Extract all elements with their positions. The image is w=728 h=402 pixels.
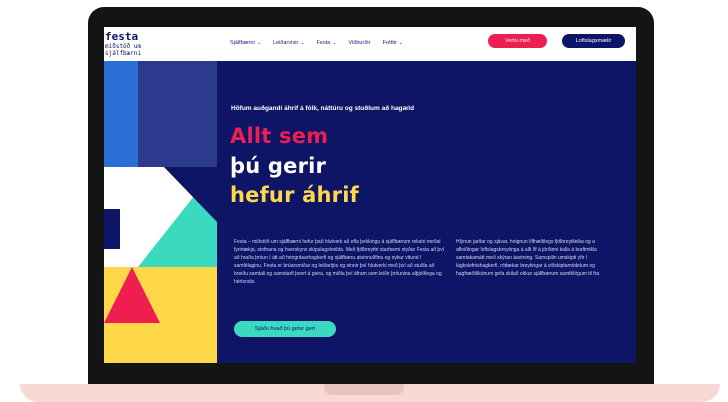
geometric-artwork [104, 61, 217, 363]
nav-item-leidarvisir[interactable]: Leiðarvísir ⌄ [273, 40, 305, 46]
paragraph-line: Hlýnun jarðar og sjávar, hnignun líffræð… [456, 239, 595, 245]
nav-item-vidburdir[interactable]: Viðburðir [349, 40, 371, 46]
logo[interactable]: festa [105, 31, 138, 42]
paragraph-line: hagfræðilíkönum gefa skilað okkur sjálfb… [456, 271, 600, 278]
nav-item-frettir[interactable]: Fréttir ⌄ [382, 40, 403, 46]
logo-subtitle-line1: miðstöð um [105, 43, 142, 50]
chevron-down-icon: ⌄ [332, 40, 337, 46]
intro-paragraph-left: Festa – miðstöð um sjálfbærni hefur það … [234, 239, 445, 286]
art-navy-strip [104, 209, 120, 249]
headline-line1: Allt sem [230, 124, 329, 148]
nav-label: Viðburðir [348, 40, 371, 46]
paragraph-line: samtakamátt með skýran ásetning. Samspil… [456, 255, 588, 262]
climate-meter-button[interactable]: Loftslagsmælir [562, 34, 625, 48]
art-navy-square [138, 61, 217, 167]
paragraph-line: lágkolefnishagkerfi, róttækar breytingar… [456, 263, 595, 270]
nav-label: Fréttir [382, 40, 397, 46]
nav-label: Festa [316, 40, 331, 46]
nav-item-festa[interactable]: Festa ⌄ [317, 40, 337, 46]
paragraph-line: afleiðingar loftslagsbreytinga á allt lí… [456, 247, 597, 254]
logo-subtitle-line2: sjálfbærni [105, 50, 142, 57]
join-button[interactable]: Vertu með [488, 34, 547, 48]
main-nav: Sjálfbærni ⌄ Leiðarvísir ⌄ Festa ⌄ Viðburði… [230, 40, 403, 46]
chevron-down-icon: ⌄ [300, 40, 305, 46]
nav-item-sjalfbaerni[interactable]: Sjálfbærni ⌄ [230, 40, 261, 46]
hero-tagline: Höfum auðgandi áhrif á fólk, náttúru og … [231, 105, 415, 112]
see-what-you-can-do-button[interactable]: Sjáðu hvað þú getur gert [234, 321, 336, 337]
site-header: festa miðstöð um sjálfbærni Sjálfbærni ⌄ … [104, 27, 636, 61]
laptop-notch [324, 384, 404, 395]
chevron-down-icon: ⌄ [398, 40, 404, 46]
art-blue-bar [104, 61, 138, 167]
headline-line2: þú gerir [230, 154, 327, 178]
logo-subtitle: miðstöð um sjálfbærni [105, 43, 145, 57]
nav-label: Sjálfbærni [230, 40, 255, 46]
website-screen: festa miðstöð um sjálfbærni Sjálfbærni ⌄ … [104, 27, 636, 363]
intro-paragraph-right: Hlýnun jarðar og sjávar, hnignun líffræð… [456, 238, 636, 286]
nav-label: Leiðarvísir [272, 40, 299, 46]
headline-line3: hefur áhrif [230, 183, 359, 207]
chevron-down-icon: ⌄ [256, 40, 261, 46]
